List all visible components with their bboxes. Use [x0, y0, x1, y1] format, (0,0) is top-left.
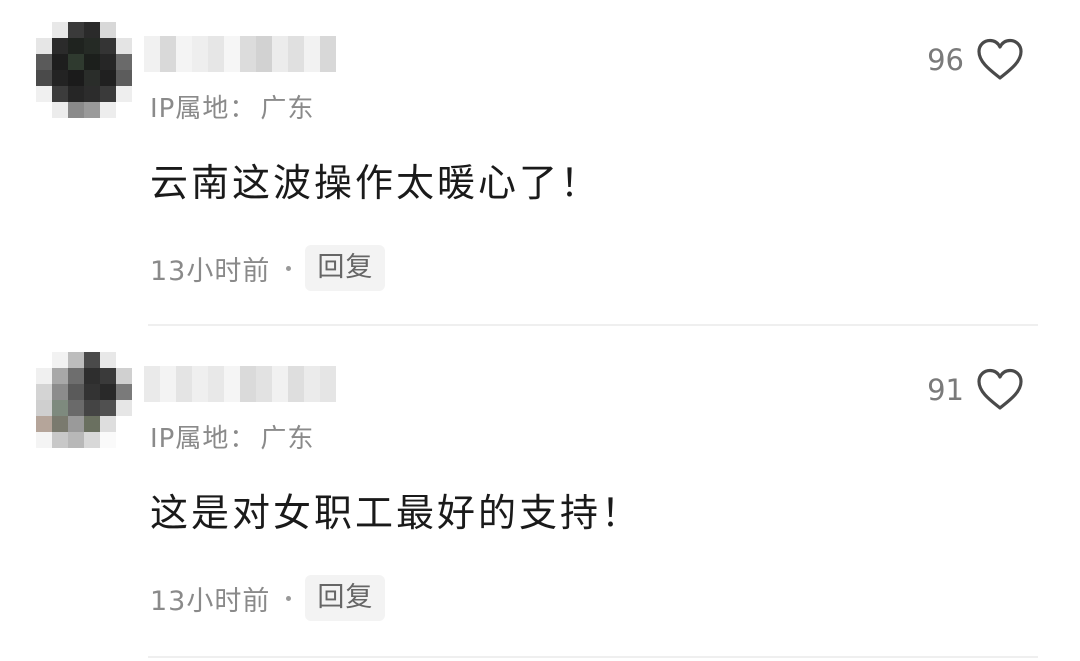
ip-separator: ：	[229, 424, 257, 454]
comment-item: IP属地： 广东 91 这是对女职工最好的支持！ 13小时前 回复	[0, 330, 1080, 660]
username-blurred[interactable]	[144, 36, 336, 72]
comment-item: IP属地： 广东 96 云南这波操作太暖心了！ 13小时前 回复	[0, 0, 1080, 330]
comment-meta: 13小时前 回复	[150, 244, 386, 292]
ip-location: IP属地： 广东	[150, 422, 314, 456]
ip-label: IP属地	[150, 94, 230, 124]
comment-time: 13小时前	[150, 585, 271, 617]
username-blurred[interactable]	[144, 366, 336, 402]
ip-region: 广东	[260, 424, 315, 454]
ip-separator: ：	[229, 94, 257, 124]
heart-outline-icon[interactable]	[976, 38, 1024, 82]
like-button[interactable]: 91	[927, 366, 1024, 414]
divider	[148, 656, 1038, 658]
comment-text: 这是对女职工最好的支持！	[150, 491, 643, 535]
reply-button[interactable]: 回复	[305, 245, 386, 291]
avatar[interactable]	[36, 22, 132, 118]
ip-region: 广东	[260, 94, 315, 124]
comment-text: 云南这波操作太暖心了！	[150, 161, 602, 205]
like-count: 91	[927, 373, 964, 407]
separator-dot	[286, 595, 292, 601]
comment-meta: 13小时前 回复	[150, 574, 386, 622]
reply-button[interactable]: 回复	[305, 575, 386, 621]
ip-label: IP属地	[150, 424, 230, 454]
comment-time: 13小时前	[150, 255, 271, 287]
like-button[interactable]: 96	[927, 36, 1024, 84]
ip-location: IP属地： 广东	[150, 92, 314, 126]
heart-outline-icon[interactable]	[976, 368, 1024, 412]
avatar[interactable]	[36, 352, 132, 448]
divider	[148, 324, 1038, 326]
like-count: 96	[927, 43, 964, 77]
comment-list: IP属地： 广东 96 云南这波操作太暖心了！ 13小时前 回复 IP属地： 广…	[0, 0, 1080, 661]
separator-dot	[286, 265, 292, 271]
